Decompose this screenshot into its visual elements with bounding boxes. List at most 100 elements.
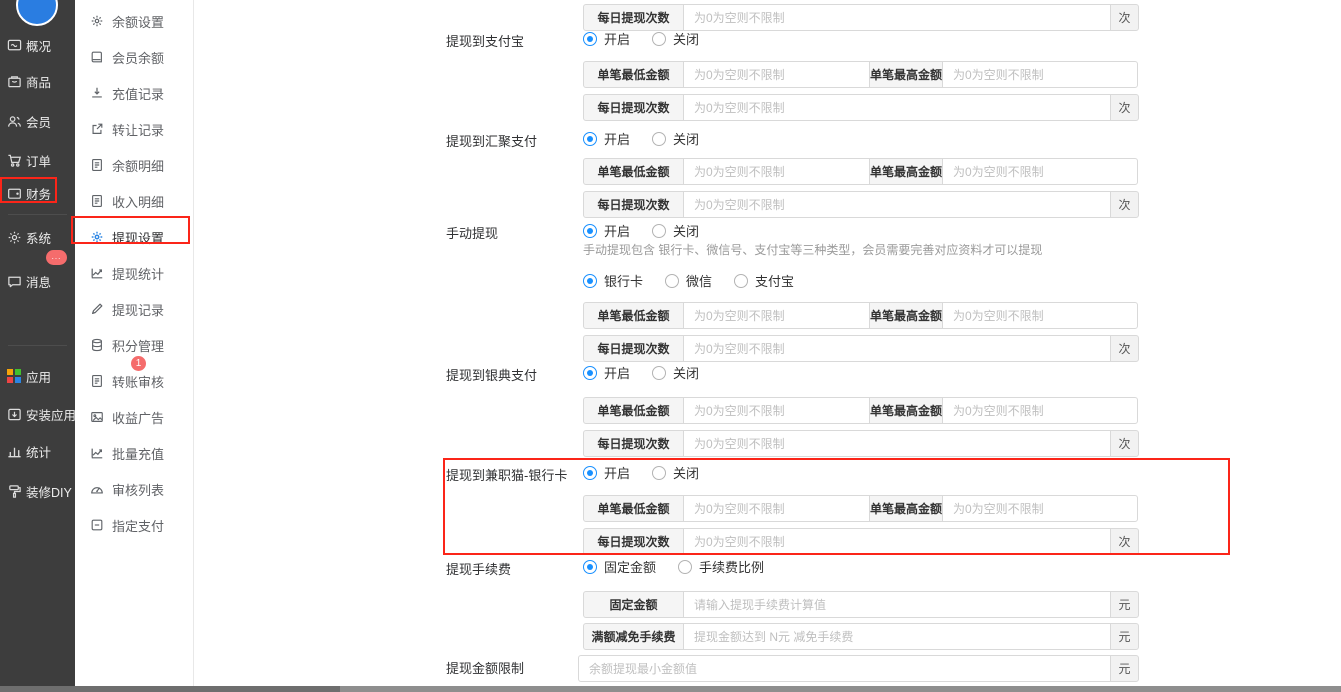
sidebar-item-finance[interactable]: 财务 (0, 182, 75, 204)
radio-on[interactable]: 开启 (583, 363, 630, 382)
radio-on[interactable]: 开启 (583, 129, 630, 148)
submenu-item-label: 转账审核 (112, 372, 164, 391)
daily-count-input[interactable] (683, 430, 1111, 457)
radio-on[interactable]: 开启 (583, 29, 630, 48)
submenu-item-assigned-payment[interactable]: 指定支付 (75, 510, 194, 540)
daily-count-input[interactable] (683, 94, 1111, 121)
submenu-item-withdraw-records[interactable]: 提现记录 (75, 294, 194, 324)
daily-count-input[interactable] (683, 4, 1111, 31)
min-amount-input[interactable] (683, 61, 870, 88)
submenu-item-label: 充值记录 (112, 84, 164, 103)
radio-selected-icon (583, 132, 597, 146)
radio-off[interactable]: 关闭 (652, 221, 699, 240)
submenu-item-label: 收益广告 (112, 408, 164, 427)
sidebar-item-label: 财务 (26, 184, 51, 203)
section-label-fee: 提现手续费 (446, 559, 511, 578)
install-icon (7, 407, 22, 422)
jianzhimao-switch-group: 开启 关闭 (583, 464, 721, 481)
submenu-item-label: 积分管理 (112, 336, 164, 355)
radio-off[interactable]: 关闭 (652, 129, 699, 148)
radio-wechat[interactable]: 微信 (665, 271, 712, 290)
sidebar-item-decorate-diy[interactable]: 装修DIY (0, 480, 75, 502)
submenu-item-income-details[interactable]: 收入明细 (75, 186, 194, 216)
section-label-huiju: 提现到汇聚支付 (446, 131, 537, 150)
radio-selected-icon (583, 560, 597, 574)
sidebar-item-statistics[interactable]: 统计 (0, 440, 75, 462)
section-label-limit: 提现金额限制 (446, 658, 524, 677)
submenu-item-label: 转让记录 (112, 120, 164, 139)
fee-fixed-input[interactable] (683, 591, 1111, 618)
submenu-item-member-balance[interactable]: 会员余额 (75, 42, 194, 72)
daily-count-input[interactable] (683, 335, 1111, 362)
avatar[interactable] (16, 0, 58, 26)
times-suffix: 次 (1110, 528, 1139, 555)
yindian-min-max-row: 单笔最低金额 单笔最高金额 (583, 397, 1139, 424)
paint-roller-icon (7, 484, 22, 499)
radio-bank-card[interactable]: 银行卡 (583, 271, 643, 290)
bar-chart-icon (7, 444, 22, 459)
radio-unselected-icon (652, 224, 666, 238)
finance-icon (7, 186, 22, 201)
submenu-item-points-management[interactable]: 积分管理 (75, 330, 194, 360)
submenu-item-transfer-audit[interactable]: 转账审核 (75, 366, 194, 396)
radio-on[interactable]: 开启 (583, 463, 630, 482)
horizontal-scrollbar[interactable] (0, 686, 1341, 692)
sidebar-item-members[interactable]: 会员 (0, 110, 75, 132)
submenu-item-label: 余额明细 (112, 156, 164, 175)
manual-switch-group: 开启 关闭 (583, 222, 721, 239)
submenu-item-batch-recharge[interactable]: 批量充值 (75, 438, 194, 468)
max-amount-input[interactable] (942, 158, 1138, 185)
submenu-item-revenue-ads[interactable]: 收益广告 (75, 402, 194, 432)
radio-fixed-amount[interactable]: 固定金额 (583, 557, 656, 576)
sidebar-item-goods[interactable]: 商品 (0, 70, 75, 92)
submenu-item-audit-list[interactable]: 审核列表 (75, 474, 194, 504)
document-icon (90, 158, 104, 172)
radio-off[interactable]: 关闭 (652, 363, 699, 382)
submenu-item-balance-details[interactable]: 余额明细 (75, 150, 194, 180)
radio-fee-ratio[interactable]: 手续费比例 (678, 557, 764, 576)
daily-count-input[interactable] (683, 191, 1111, 218)
times-suffix: 次 (1110, 335, 1139, 362)
sidebar-divider (8, 345, 67, 346)
radio-on[interactable]: 开启 (583, 221, 630, 240)
radio-selected-icon (583, 466, 597, 480)
min-amount-input[interactable] (683, 397, 870, 424)
manual-type-group: 银行卡 微信 支付宝 (583, 272, 816, 289)
sidebar-item-system[interactable]: 系统 (0, 226, 75, 248)
times-suffix: 次 (1110, 191, 1139, 218)
max-amount-input[interactable] (942, 495, 1138, 522)
min-amount-input[interactable] (683, 495, 870, 522)
limit-input[interactable] (578, 655, 1111, 682)
minus-square-icon (90, 518, 104, 532)
submenu-item-balance-settings[interactable]: 余额设置 (75, 6, 194, 36)
fee-fixed-label: 固定金额 (583, 591, 684, 618)
scrollbar-thumb[interactable] (0, 686, 340, 692)
submenu-item-withdraw-settings[interactable]: 提现设置 (75, 222, 194, 252)
sidebar-item-orders[interactable]: 订单 (0, 149, 75, 171)
max-amount-input[interactable] (942, 397, 1138, 424)
submenu-item-withdraw-stats[interactable]: 提现统计 (75, 258, 194, 288)
min-amount-label: 单笔最低金额 (583, 158, 684, 185)
submenu-item-transfer-records[interactable]: 转让记录 (75, 114, 194, 144)
min-amount-input[interactable] (683, 302, 870, 329)
daily-count-input[interactable] (683, 528, 1111, 555)
daily-count-label: 每日提现次数 (583, 94, 684, 121)
sidebar-item-overview[interactable]: 概况 (0, 34, 75, 56)
max-amount-input[interactable] (942, 302, 1138, 329)
submenu-item-recharge-records[interactable]: 充值记录 (75, 78, 194, 108)
daily-count-label: 每日提现次数 (583, 4, 684, 31)
sidebar-item-install-apps[interactable]: 安装应用 (0, 403, 75, 425)
min-amount-input[interactable] (683, 158, 870, 185)
sidebar-item-messages[interactable]: 消息 (0, 270, 75, 292)
goods-icon (7, 74, 22, 89)
max-amount-input[interactable] (942, 61, 1138, 88)
submenu-item-label: 提现设置 (112, 228, 164, 247)
fee-waive-input[interactable] (683, 623, 1111, 650)
submenu-item-label: 提现统计 (112, 264, 164, 283)
radio-alipay[interactable]: 支付宝 (734, 271, 794, 290)
sidebar-item-apps[interactable]: 应用 (0, 365, 75, 387)
radio-off[interactable]: 关闭 (652, 463, 699, 482)
min-amount-label: 单笔最低金额 (583, 495, 684, 522)
radio-selected-icon (583, 224, 597, 238)
radio-off[interactable]: 关闭 (652, 29, 699, 48)
